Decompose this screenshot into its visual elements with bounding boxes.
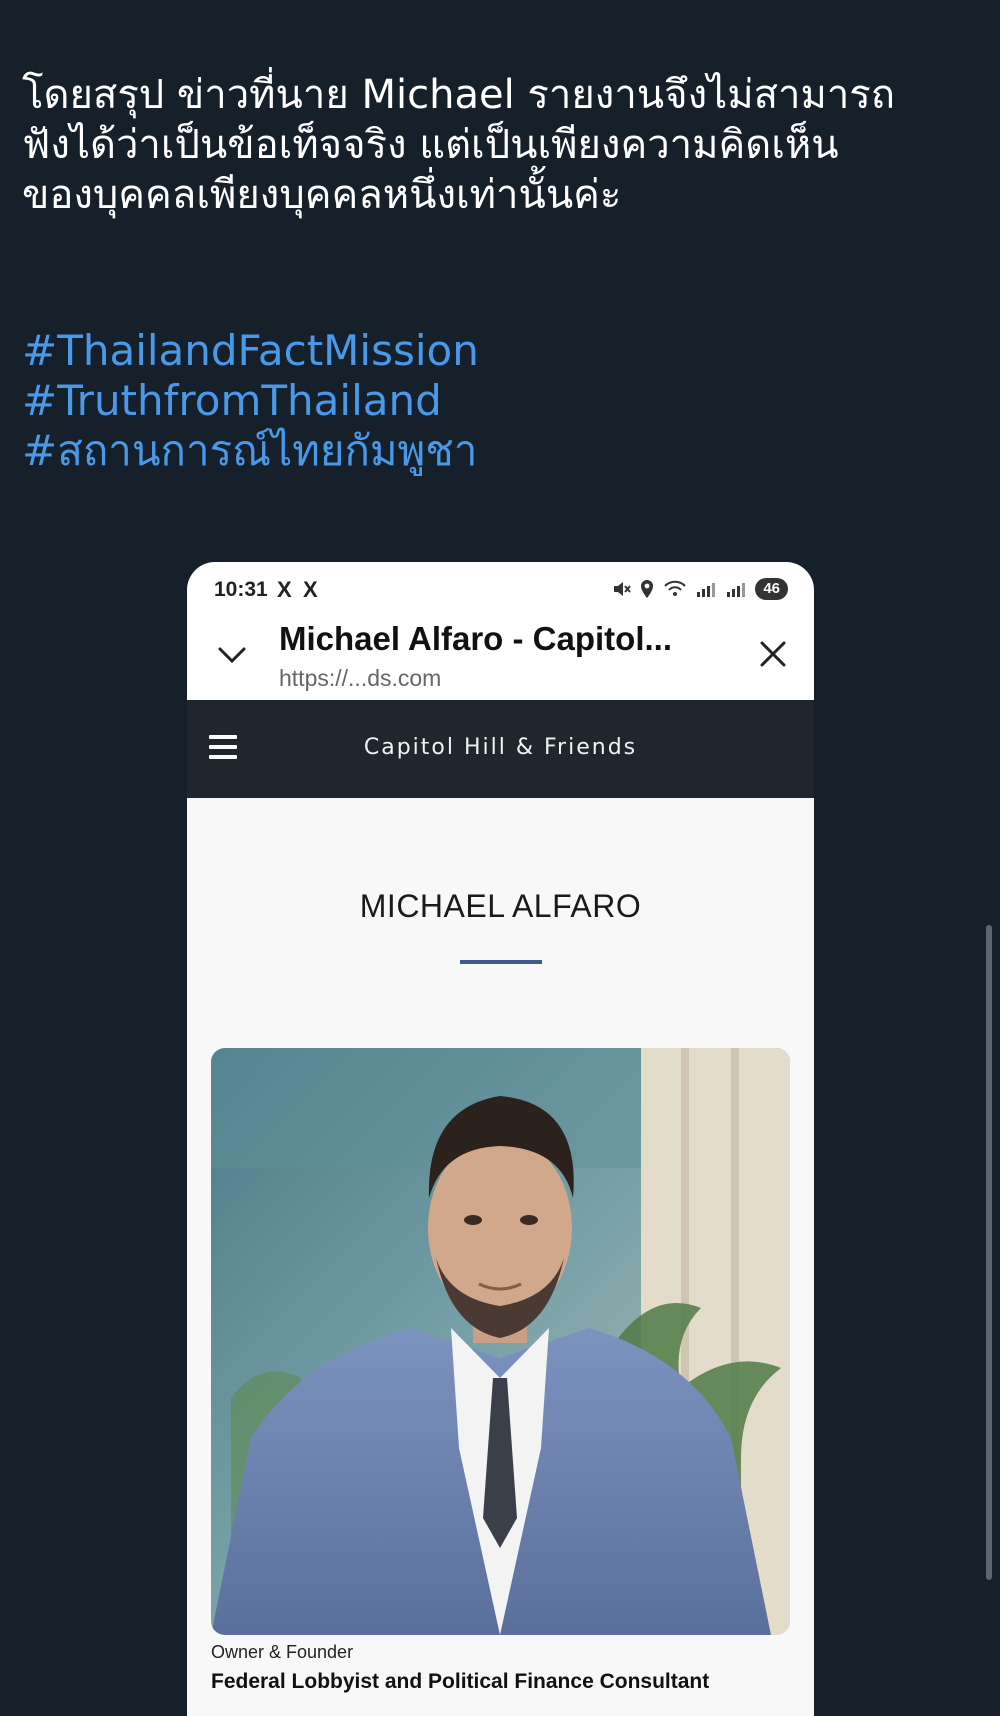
tweet-line: ของบุคคลเพียงบุคคลหนึ่งเท่านั้นค่ะ	[22, 172, 622, 218]
close-icon[interactable]	[757, 638, 789, 670]
site-navbar: Capitol Hill & Friends	[187, 700, 814, 798]
mute-icon	[614, 582, 632, 596]
location-icon	[641, 580, 654, 598]
signal-icon	[697, 583, 716, 597]
profile-photo	[211, 1048, 790, 1635]
phone-status-bar: 10:31 X X 46	[187, 562, 814, 618]
browser-toolbar: Michael Alfaro - Capitol... https://...d…	[187, 618, 814, 700]
battery-icon: 46	[755, 578, 788, 600]
page-title: MICHAEL ALFARO	[359, 888, 642, 924]
heading-divider	[460, 960, 542, 964]
hashtag-link[interactable]: #TruthfromThailand	[22, 376, 479, 426]
chevron-down-icon[interactable]	[215, 638, 249, 672]
profile-title: Federal Lobbyist and Political Finance C…	[211, 1670, 710, 1693]
attached-screenshot[interactable]: 10:31 X X 46 Michael Alfaro - Capitol...…	[187, 562, 814, 1716]
page-content: MICHAEL ALFARO Owner & Founder Federal L…	[187, 798, 814, 1716]
x-app-icon: X	[303, 577, 318, 602]
signal-icon	[727, 583, 746, 597]
x-app-icon: X	[277, 577, 292, 602]
browser-page-title: Michael Alfaro - Capitol...	[279, 620, 672, 657]
tweet-line: ฟังได้ว่าเป็นข้อเท็จจริง แต่เป็นเพียงควา…	[22, 122, 839, 168]
wifi-icon	[664, 580, 687, 596]
status-time: 10:31	[214, 578, 268, 601]
hashtag-link[interactable]: #ThailandFactMission	[22, 326, 479, 376]
hashtag-link[interactable]: #สถานการณ์ไทยกัมพูชา	[22, 426, 479, 476]
profile-role: Owner & Founder	[211, 1642, 354, 1662]
scrollbar[interactable]	[986, 925, 992, 1580]
tweet-line: โดยสรุป ข่าวที่นาย Michael รายงานจึงไม่ส…	[22, 72, 895, 118]
browser-url[interactable]: https://...ds.com	[279, 665, 441, 692]
site-name[interactable]: Capitol Hill & Friends	[187, 735, 814, 760]
tweet-body: โดยสรุป ข่าวที่นาย Michael รายงานจึงไม่ส…	[22, 70, 982, 220]
status-icons: 46	[611, 576, 788, 602]
hashtag-list: #ThailandFactMission #TruthfromThailand …	[22, 326, 479, 476]
